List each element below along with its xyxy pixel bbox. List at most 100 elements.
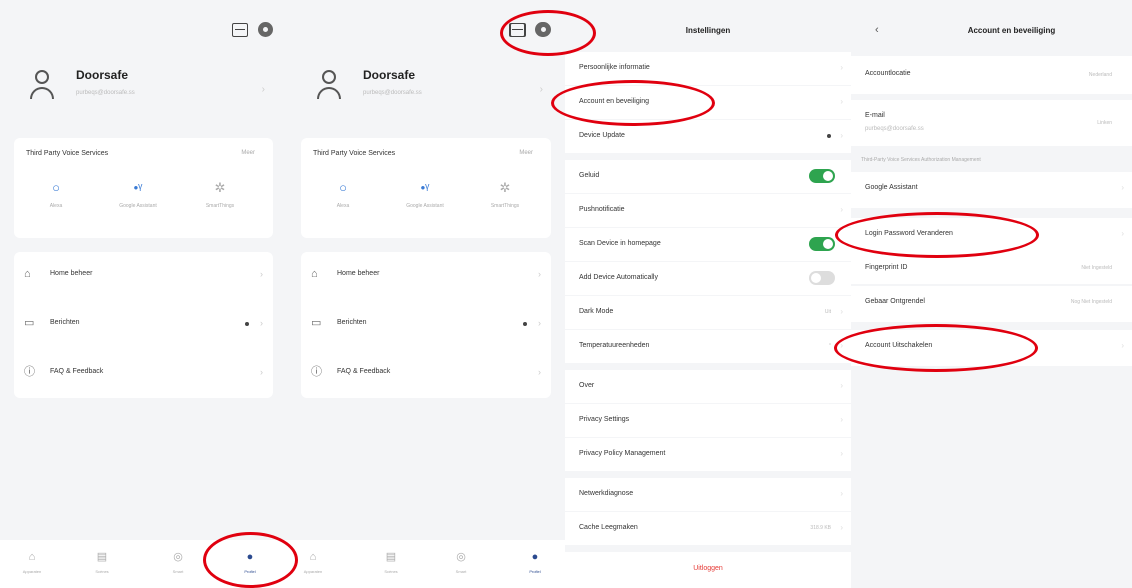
- row-value: Uit: [824, 309, 831, 315]
- scan-device-toggle[interactable]: [809, 237, 835, 251]
- voice-service-alexa[interactable]: ○ Alexa: [26, 180, 86, 210]
- menu-item-messages[interactable]: ▭ Berichten ›: [301, 301, 551, 349]
- settings-row-about[interactable]: Over ›: [565, 370, 851, 403]
- tab-devices[interactable]: ⌂ Apparaten: [293, 550, 333, 574]
- chevron-right-icon: ›: [840, 341, 843, 350]
- profile-header[interactable]: Doorsafe purbeqs@doorsafe.ss ›: [287, 58, 565, 118]
- row-label: Dark Mode: [579, 308, 614, 315]
- voice-service-label: Alexa: [49, 203, 63, 209]
- settings-gear-icon[interactable]: [258, 22, 273, 37]
- tab-bar: ⌂ Apparaten ▤ Scènes ◎ Smart ● Profiel: [0, 540, 287, 588]
- tab-smart[interactable]: ◎ Smart: [441, 550, 481, 574]
- voice-services-more-link[interactable]: Meer: [241, 150, 255, 156]
- settings-row-push[interactable]: Pushnotificatie ›: [565, 194, 851, 227]
- row-label: Privacy Policy Management: [579, 450, 666, 457]
- menu-item-home[interactable]: ⌂ Home beheer ›: [301, 252, 551, 300]
- smartthings-icon: ✲: [499, 180, 511, 195]
- chevron-right-icon: ›: [840, 205, 843, 214]
- voice-service-google[interactable]: •ᵞ Google Assistant: [108, 180, 168, 210]
- voice-service-label: Google Assistant: [406, 203, 444, 209]
- chevron-right-icon: ›: [840, 131, 843, 140]
- tab-smart[interactable]: ◎ Smart: [158, 550, 198, 574]
- message-icon: ▭: [311, 317, 322, 329]
- voice-service-smartthings[interactable]: ✲ SmartThings: [475, 180, 535, 210]
- settings-row-sound[interactable]: Geluid: [565, 160, 851, 193]
- menu-item-label: Berichten: [337, 319, 367, 326]
- row-label: Login Password Veranderen: [865, 230, 953, 237]
- top-icons-highlighted: [510, 22, 551, 37]
- account-row-fingerprint[interactable]: Fingerprint ID Niet Ingesteld: [851, 254, 1132, 284]
- smart-icon: ◎: [173, 551, 183, 563]
- chevron-right-icon: ›: [260, 367, 263, 377]
- user-email: purbeqs@doorsafe.ss: [76, 90, 135, 96]
- account-row-google-assistant[interactable]: Google Assistant ›: [851, 172, 1132, 208]
- tab-devices[interactable]: ⌂ Apparaten: [12, 550, 52, 574]
- settings-row-clear-cache[interactable]: Cache Leegmaken 318.9 KB ›: [565, 512, 851, 545]
- account-row-email[interactable]: E-mail purbeqs@doorsafe.ss Linken: [851, 100, 1132, 146]
- row-label: Netwerkdiagnose: [579, 490, 634, 497]
- chevron-right-icon: ›: [840, 489, 843, 498]
- settings-row-privacy-settings[interactable]: Privacy Settings ›: [565, 404, 851, 437]
- row-value: Nederland: [1088, 72, 1112, 78]
- settings-row-add-device[interactable]: Add Device Automatically: [565, 262, 851, 295]
- voice-services-card: Third Party Voice Services Meer ○ Alexa …: [301, 138, 551, 238]
- account-row-gesture[interactable]: Gebaar Ontgrendel Nog Niet Ingesteld: [851, 286, 1132, 322]
- row-label: Account Uitschakelen: [865, 342, 933, 349]
- menu-item-faq[interactable]: ⓘ FAQ & Feedback ›: [301, 350, 551, 398]
- add-device-toggle[interactable]: [809, 271, 835, 285]
- settings-gear-icon[interactable]: [536, 22, 551, 37]
- sound-toggle[interactable]: [809, 169, 835, 183]
- row-label: Accountlocatie: [865, 70, 911, 77]
- chevron-right-icon: ›: [539, 84, 543, 95]
- scan-icon[interactable]: [232, 22, 248, 37]
- google-assistant-icon: •ᵞ: [133, 180, 143, 195]
- settings-row-dark-mode[interactable]: Dark Mode Uit ›: [565, 296, 851, 329]
- account-row-login-password[interactable]: Login Password Veranderen ›: [851, 218, 1132, 254]
- settings-row-device-update[interactable]: Device Update ›: [565, 120, 851, 153]
- row-label: E-mail: [865, 112, 885, 119]
- menu-item-home[interactable]: ⌂ Home beheer ›: [14, 252, 273, 300]
- account-row-delete-account[interactable]: Account Uitschakelen ›: [851, 330, 1132, 366]
- row-label: Fingerprint ID: [865, 264, 908, 271]
- settings-row-scan-device[interactable]: Scan Device in homepage: [565, 228, 851, 261]
- smart-icon: ◎: [456, 551, 466, 563]
- tab-profile[interactable]: ● Profiel: [230, 550, 270, 574]
- row-label: Scan Device in homepage: [579, 240, 661, 247]
- row-label: Persoonlijke informatie: [579, 64, 650, 71]
- voice-services-card: Third Party Voice Services Meer ○ Alexa …: [14, 138, 273, 238]
- logout-button[interactable]: Uitloggen: [565, 552, 851, 588]
- menu-item-faq[interactable]: ⓘ FAQ & Feedback ›: [14, 350, 273, 398]
- settings-row-personal-info[interactable]: Persoonlijke informatie ›: [565, 52, 851, 85]
- tab-label: Profiel: [244, 569, 256, 574]
- chevron-right-icon: ›: [840, 449, 843, 458]
- page-title: Account en beveiliging: [967, 26, 1056, 35]
- menu-item-messages[interactable]: ▭ Berichten ›: [14, 301, 273, 349]
- tab-scenes[interactable]: ▤ Scènes: [371, 550, 411, 574]
- profile-icon: ●: [246, 551, 254, 563]
- voice-service-label: Alexa: [336, 203, 350, 209]
- voice-services-more-link[interactable]: Meer: [519, 150, 533, 156]
- voice-service-smartthings[interactable]: ✲ SmartThings: [190, 180, 250, 210]
- scan-icon[interactable]: [510, 22, 526, 37]
- menu-item-label: Berichten: [50, 319, 80, 326]
- message-icon: ▭: [24, 317, 35, 329]
- scene-icon: ▤: [385, 551, 397, 563]
- tab-profile[interactable]: ● Profiel: [515, 550, 555, 574]
- voice-service-label: SmartThings: [490, 203, 520, 209]
- settings-row-temperature[interactable]: Temperatuureenheden ° ›: [565, 330, 851, 363]
- account-security-screen: ‹ Account en beveiliging Accountlocatie …: [851, 0, 1132, 588]
- account-row-location[interactable]: Accountlocatie Nederland: [851, 56, 1132, 94]
- menu-item-label: Home beheer: [337, 270, 380, 277]
- settings-row-privacy-policy[interactable]: Privacy Policy Management ›: [565, 438, 851, 471]
- row-label: Pushnotificatie: [579, 206, 625, 213]
- voice-service-google[interactable]: •ᵞ Google Assistant: [395, 180, 455, 210]
- settings-row-account-security[interactable]: Account en beveiliging ›: [565, 86, 851, 119]
- profile-header[interactable]: Doorsafe purbeqs@doorsafe.ss ›: [0, 58, 287, 118]
- back-arrow-icon[interactable]: ‹: [875, 24, 879, 36]
- chevron-right-icon: ›: [538, 269, 541, 279]
- voice-service-alexa[interactable]: ○ Alexa: [313, 180, 373, 210]
- chevron-right-icon: ›: [840, 381, 843, 390]
- row-label: Google Assistant: [865, 184, 918, 191]
- settings-row-network-diagnosis[interactable]: Netwerkdiagnose ›: [565, 478, 851, 511]
- tab-scenes[interactable]: ▤ Scènes: [82, 550, 122, 574]
